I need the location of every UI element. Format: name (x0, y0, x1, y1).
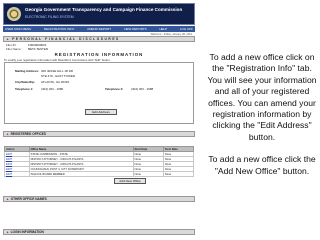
app-header: Georgia Government Transparency and Camp… (3, 3, 195, 25)
screenshot-panel: Georgia Government Transparency and Camp… (0, 0, 196, 240)
mailing-label: Mailing Address: (15, 69, 40, 73)
edit-office-link[interactable]: EDIT (4, 171, 30, 177)
tel2-row: Telephone 2: (404) 463 - 1988 (105, 87, 153, 91)
tel1-row: Telephone 1: (404) 463 - 1980 (15, 87, 63, 91)
disclosure-section-header: ▸ PERSONAL FINANCIAL DISCLOSURES (3, 36, 195, 42)
section-arrow-icon: ▸ (7, 37, 11, 41)
registered-offices-header: ▸ REGISTERED OFFICES (3, 131, 195, 137)
mailing-line2: STE 470 - EAST TOWER (41, 74, 76, 78)
disclosure-title: PERSONAL FINANCIAL DISCLOSURES (12, 37, 120, 41)
georgia-seal-icon (7, 7, 21, 21)
filer-name-value: BETA TESTER (28, 47, 49, 51)
edit-address-button[interactable]: Edit Address (85, 109, 117, 115)
start-date-cell: None (132, 171, 164, 177)
office-name-cell: SCHOOL BOARD MEMBER (28, 171, 134, 177)
city-row: City/State/Zip: ATLANTA, GA 30334 (15, 80, 69, 84)
registration-box: Mailing Address: 300 JESSE HILL JR DR STE… (4, 62, 194, 124)
nav-view-reports[interactable]: VIEW REPORTS (124, 27, 147, 31)
tel2-value: (404) 463 - 1988 (131, 87, 154, 91)
section-arrow-icon: ▸ (7, 197, 9, 201)
table-row: EDIT SCHOOL BOARD MEMBER None None (4, 171, 195, 177)
callout-box: To add a new office click on the "Regist… (205, 4, 319, 236)
mailing-row: Mailing Address: 300 JESSE HILL JR DR (15, 69, 73, 73)
tel1-value: (404) 463 - 1980 (41, 87, 64, 91)
offices-table: Action Office Name Start Date Term Date … (4, 146, 195, 177)
nav-help[interactable]: HELP (159, 27, 167, 31)
nav-user-main-menu[interactable]: USER MAIN MENU (5, 27, 31, 31)
callout-text: To add a new office click on the "Regist… (205, 52, 319, 188)
nav-log-off[interactable]: LOG OFF (180, 27, 193, 31)
mailing-line1: 300 JESSE HILL JR DR (41, 69, 74, 73)
tel2-label: Telephone 2: (105, 87, 124, 91)
other-office-names-header[interactable]: ▸ OTHER OFFICE NAMES (3, 196, 195, 202)
term-date-cell: None (162, 171, 195, 177)
city-label: City/State/Zip: (15, 80, 36, 84)
login-information-header[interactable]: ▸ LOGIN INFORMATION (3, 229, 195, 235)
app-subtitle: ELECTRONIC FILING SYSTEM (25, 15, 74, 19)
app-title: Georgia Government Transparency and Camp… (25, 7, 183, 12)
callout-paragraph-2: To add a new office click the "Add New O… (208, 154, 316, 176)
main-nav: USER MAIN MENU REGISTRATION INFO AMEND R… (3, 26, 195, 32)
callout-paragraph-1: To add a new office click on the "Regist… (207, 52, 317, 142)
tel1-label: Telephone 1: (15, 87, 34, 91)
nav-registration-info[interactable]: REGISTRATION INFO (44, 27, 74, 31)
registration-title: REGISTRATION INFORMATION (54, 52, 144, 57)
nav-amend-report[interactable]: AMEND REPORT (87, 27, 111, 31)
section-arrow-icon: ▸ (7, 230, 9, 234)
registered-offices-title: REGISTERED OFFICES (10, 132, 47, 136)
instruction-callout: To add a new office click on the "Regist… (199, 0, 320, 240)
add-new-office-button[interactable]: Add New Office (114, 178, 146, 184)
login-information-title: LOGIN INFORMATION (10, 230, 44, 234)
other-office-names-title: OTHER OFFICE NAMES (10, 197, 47, 201)
city-value: ATLANTA, GA 30334 (41, 80, 70, 84)
section-arrow-icon: ▸ (7, 132, 9, 136)
filer-name-row: Filer Name: BETA TESTER (6, 47, 48, 51)
filer-name-label: Filer Name: (6, 47, 22, 51)
